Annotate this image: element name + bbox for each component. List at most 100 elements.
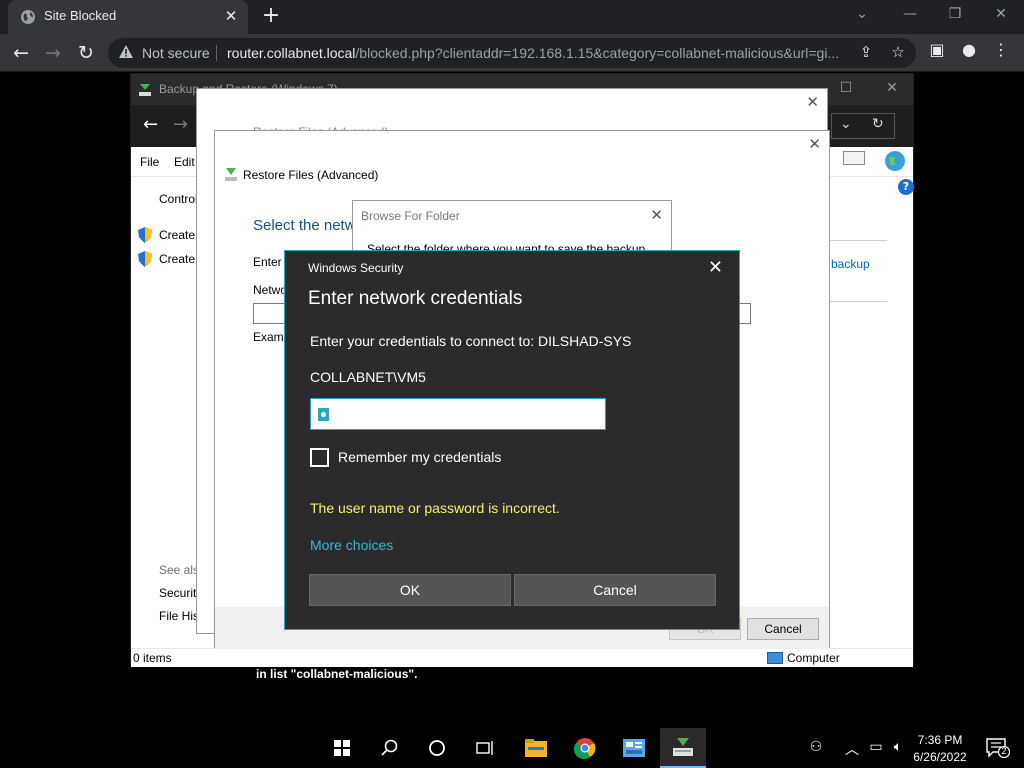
maximize-icon[interactable]: ☐ bbox=[835, 80, 857, 96]
start-button[interactable] bbox=[319, 728, 365, 768]
computer-icon bbox=[767, 652, 783, 664]
warning-icon bbox=[119, 45, 133, 58]
forward-icon[interactable]: → bbox=[40, 40, 66, 66]
create-link-1[interactable]: Create bbox=[159, 228, 195, 242]
dropdown-icon[interactable]: ⌄ bbox=[840, 116, 852, 132]
menu-edit[interactable]: Edit bbox=[174, 155, 195, 169]
control-panel-link[interactable]: Control bbox=[159, 192, 198, 206]
control-panel-button[interactable] bbox=[611, 728, 657, 768]
file-explorer-icon bbox=[525, 739, 547, 757]
blocked-list-text: in list "collabnet-malicious". bbox=[256, 667, 418, 681]
tab-site-blocked[interactable]: Site Blocked ✕ bbox=[8, 0, 248, 34]
menu-icon[interactable]: ⋮ bbox=[990, 40, 1012, 62]
shield-icon bbox=[138, 251, 152, 267]
chrome-icon bbox=[574, 738, 596, 759]
browse-folder-title: Browse For Folder bbox=[361, 209, 460, 223]
tab-title: Site Blocked bbox=[44, 8, 117, 23]
security-ok-button[interactable]: OK bbox=[309, 574, 511, 606]
mail-icon[interactable] bbox=[843, 151, 865, 165]
close-tab-icon[interactable]: ✕ bbox=[222, 7, 240, 25]
divider bbox=[821, 240, 887, 241]
backup-icon bbox=[139, 84, 151, 96]
taskbar-clock[interactable]: 7:36 PM 6/26/2022 bbox=[904, 732, 976, 766]
menu-file[interactable]: File bbox=[140, 155, 159, 169]
address-bar[interactable]: Not secure router.collabnet.local/blocke… bbox=[108, 38, 916, 68]
url-text[interactable]: router.collabnet.local/blocked.php?clien… bbox=[227, 45, 839, 61]
browser-toolbar: ← → ↻ Not secure router.collabnet.local/… bbox=[0, 34, 1024, 72]
status-location: Computer bbox=[787, 651, 840, 665]
browser-tabstrip: Site Blocked ✕ + ⌄ — ❐ ✕ bbox=[0, 0, 1024, 34]
restore-heading: Select the netw bbox=[253, 217, 356, 234]
password-input[interactable] bbox=[310, 398, 606, 430]
task-view-icon bbox=[476, 741, 493, 755]
backup-icon bbox=[673, 738, 693, 756]
security-close-icon[interactable]: ✕ bbox=[708, 257, 723, 278]
restore-close-icon[interactable]: ✕ bbox=[808, 135, 821, 153]
network-label: Netwo bbox=[253, 283, 288, 297]
url-host: router.collabnet.local bbox=[227, 45, 356, 61]
item-count: 0 items bbox=[133, 651, 172, 665]
create-link-2[interactable]: Create bbox=[159, 252, 195, 266]
wizard-back-close-icon[interactable]: ✕ bbox=[806, 93, 819, 111]
chrome-button[interactable] bbox=[562, 728, 608, 768]
clock-date: 6/26/2022 bbox=[913, 750, 967, 764]
restore-title: Restore Files (Advanced) bbox=[243, 168, 379, 182]
search-icon bbox=[381, 739, 398, 756]
security-cancel-button[interactable]: Cancel bbox=[514, 574, 716, 606]
reload-icon[interactable]: ↻ bbox=[73, 40, 99, 66]
help-icon[interactable]: ? bbox=[898, 179, 914, 195]
minimize-icon[interactable]: — bbox=[900, 6, 920, 22]
more-choices-link[interactable]: More choices bbox=[310, 537, 393, 553]
explorer-statusbar: 0 items Computer bbox=[131, 648, 913, 667]
file-explorer-button[interactable] bbox=[513, 728, 559, 768]
connect-text: Enter your credentials to connect to: DI… bbox=[310, 333, 632, 349]
globe-help-icon[interactable] bbox=[883, 149, 907, 173]
profile-icon[interactable]: ● bbox=[958, 40, 980, 62]
remember-label[interactable]: Remember my credentials bbox=[338, 449, 501, 465]
restore-cancel-button[interactable]: Cancel bbox=[747, 618, 819, 640]
show-hidden-icons-chevron[interactable]: ︿ bbox=[842, 739, 862, 759]
control-panel-icon bbox=[623, 739, 645, 757]
windows-security-dialog: Windows Security ✕ Enter network credent… bbox=[284, 250, 740, 630]
error-message: The user name or password is incorrect. bbox=[310, 500, 560, 516]
restore-icon bbox=[225, 168, 237, 181]
username-text: COLLABNET\VM5 bbox=[310, 369, 426, 385]
enter-label: Enter bbox=[253, 255, 282, 269]
taskbar: ⚇ ︿ ▭ 🔈︎ 7:36 PM 6/26/2022 2 bbox=[0, 728, 1024, 768]
explorer-refresh-icon[interactable]: ↻ bbox=[872, 116, 884, 132]
remember-checkbox[interactable] bbox=[310, 448, 329, 467]
explorer-back-icon[interactable]: ← bbox=[143, 114, 158, 135]
notification-count: 2 bbox=[1001, 746, 1007, 756]
taskbar-search-button[interactable] bbox=[367, 728, 413, 768]
new-tab-button[interactable]: + bbox=[260, 3, 282, 28]
browse-folder-close-icon[interactable]: ✕ bbox=[650, 206, 663, 224]
shield-icon bbox=[138, 227, 152, 243]
security-header: Windows Security bbox=[308, 261, 404, 275]
share-icon[interactable]: ⇪ bbox=[856, 43, 876, 63]
cortana-icon bbox=[429, 740, 445, 756]
not-secure-label[interactable]: Not secure bbox=[142, 45, 210, 61]
people-icon[interactable]: ⚇ bbox=[806, 739, 826, 755]
security-title: Enter network credentials bbox=[308, 288, 523, 309]
back-icon[interactable]: ← bbox=[8, 40, 34, 66]
divider bbox=[821, 301, 887, 302]
omnibox-divider bbox=[216, 45, 217, 61]
url-path: /blocked.php?clientaddr=192.168.1.15&cat… bbox=[355, 45, 840, 61]
sidebar-icon[interactable]: ▣ bbox=[926, 40, 948, 62]
explorer-forward-icon[interactable]: → bbox=[173, 114, 188, 135]
backup-taskbar-button[interactable] bbox=[660, 728, 706, 768]
restore-icon[interactable]: ❐ bbox=[945, 6, 965, 22]
clock-time: 7:36 PM bbox=[917, 733, 963, 747]
star-icon[interactable]: ☆ bbox=[888, 43, 908, 63]
explorer-close-icon[interactable]: ✕ bbox=[881, 80, 903, 96]
task-view-button[interactable] bbox=[462, 728, 508, 768]
tab-search-icon[interactable]: ⌄ bbox=[852, 6, 872, 22]
cortana-button[interactable] bbox=[414, 728, 460, 768]
network-icon[interactable]: ▭ bbox=[866, 739, 886, 755]
close-window-icon[interactable]: ✕ bbox=[991, 6, 1011, 22]
explorer-address-tail[interactable]: ⌄ ↻ bbox=[831, 113, 895, 139]
notification-center-button[interactable]: 2 bbox=[986, 738, 1011, 759]
globe-icon bbox=[21, 10, 35, 24]
password-reveal-icon bbox=[318, 408, 329, 421]
start-icon bbox=[334, 740, 350, 756]
